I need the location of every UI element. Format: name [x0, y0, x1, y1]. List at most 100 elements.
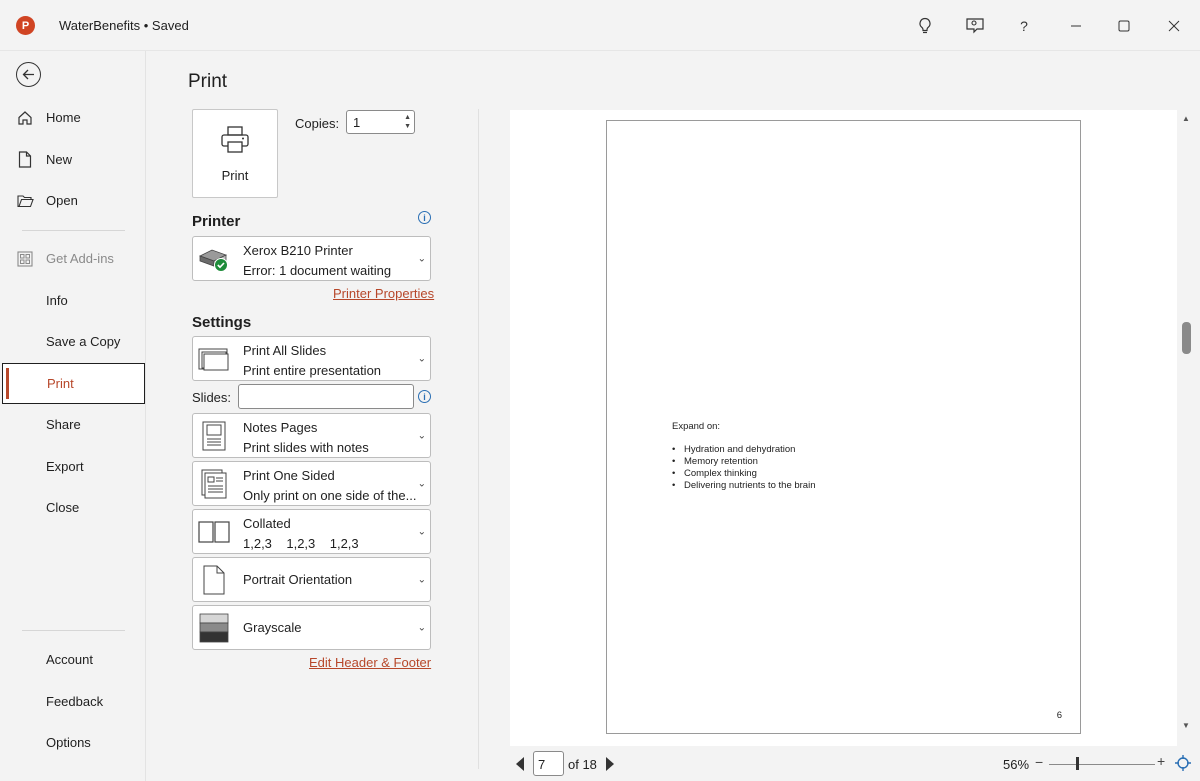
collation-dropdown[interactable]: Collated 1,2,3 1,2,3 1,2,3 ⌄ — [192, 509, 431, 554]
nav-item-label: Info — [46, 293, 68, 308]
setting-line1: Print One Sided — [243, 468, 335, 483]
next-page-icon[interactable] — [604, 756, 616, 772]
setting-line2: Only print on one side of the... — [243, 488, 417, 503]
nav-item-open[interactable]: Open — [4, 180, 145, 221]
zoom-in-icon[interactable]: + — [1157, 753, 1165, 769]
nav-item-print[interactable]: Print — [2, 363, 145, 404]
chevron-down-icon: ⌄ — [417, 253, 426, 264]
info-icon[interactable]: i — [418, 390, 431, 403]
spin-arrows-icon[interactable]: ▲ ▼ — [404, 113, 411, 131]
setting-line2: Print entire presentation — [243, 363, 382, 378]
grayscale-icon — [198, 612, 230, 644]
nav-item-get-addins[interactable]: Get Add-ins — [4, 238, 145, 279]
nav-item-label: Close — [46, 500, 80, 515]
page-title: Print — [188, 71, 228, 92]
print-button[interactable]: Print — [192, 109, 278, 198]
preview-scrollbar[interactable]: ▲ ▼ — [1179, 110, 1195, 730]
nav-item-options[interactable]: Options — [4, 722, 145, 763]
preview-page: Expand on: Hydration and dehydration Mem… — [606, 120, 1081, 734]
nav-item-save-a-copy[interactable]: Save a Copy — [4, 321, 145, 362]
notes-pages-icon — [198, 420, 230, 452]
print-layout-dropdown[interactable]: Notes Pages Print slides with notes ⌄ — [192, 413, 431, 458]
maximize-icon[interactable] — [1109, 12, 1139, 40]
print-sides-dropdown[interactable]: Print One Sided Only print on one side o… — [192, 461, 431, 506]
scroll-up-icon[interactable]: ▲ — [1182, 114, 1190, 123]
scroll-down-icon[interactable]: ▼ — [1182, 721, 1190, 730]
nav-item-new[interactable]: New — [4, 139, 145, 180]
zoom-out-icon[interactable]: − — [1035, 754, 1043, 770]
lightbulb-icon[interactable] — [911, 12, 939, 40]
setting-line1: Portrait Orientation — [243, 572, 353, 587]
setting-line1: Grayscale — [243, 620, 302, 635]
notes-list: Hydration and dehydration Memory retenti… — [672, 444, 816, 492]
new-document-icon — [4, 151, 46, 168]
nav-item-label: Account — [46, 652, 93, 667]
printer-heading: Printer — [192, 213, 241, 230]
edit-header-footer-link[interactable]: Edit Header & Footer — [309, 655, 431, 670]
chevron-down-icon: ⌄ — [417, 478, 426, 489]
nav-item-label: Save a Copy — [46, 334, 121, 349]
notes-title: Expand on: — [672, 421, 721, 432]
settings-heading: Settings — [192, 314, 252, 331]
total-pages: of 18 — [568, 757, 597, 772]
setting-line1: Notes Pages — [243, 420, 318, 435]
zoom-level[interactable]: 56% — [1003, 757, 1029, 772]
print-preview: Expand on: Hydration and dehydration Mem… — [510, 110, 1177, 746]
print-all-slides-icon — [198, 343, 230, 375]
nav-item-label: Options — [46, 735, 91, 750]
color-dropdown[interactable]: Grayscale ⌄ — [192, 605, 431, 650]
nav-item-label: Share — [46, 417, 81, 432]
info-icon[interactable]: i — [418, 211, 431, 224]
slides-input[interactable] — [238, 384, 414, 409]
nav-item-share[interactable]: Share — [4, 404, 145, 445]
nav-item-label: Home — [46, 110, 81, 125]
setting-line1: Collated — [243, 516, 291, 531]
scrollbar-thumb[interactable] — [1182, 322, 1191, 354]
nav-item-label: Get Add-ins — [46, 251, 114, 266]
setting-line2: Print slides with notes — [243, 440, 369, 455]
chevron-down-icon: ⌄ — [417, 574, 426, 585]
zoom-to-page-icon[interactable] — [1174, 754, 1192, 772]
page-number: 6 — [1056, 710, 1062, 721]
printer-status-icon — [198, 243, 230, 275]
list-item: Memory retention — [672, 456, 816, 468]
nav-item-info[interactable]: Info — [4, 280, 145, 321]
nav-item-close[interactable]: Close — [4, 487, 145, 528]
portrait-orientation-icon — [198, 564, 230, 596]
printer-properties-link[interactable]: Printer Properties — [333, 286, 434, 301]
setting-line2: 1,2,3 1,2,3 1,2,3 — [243, 536, 359, 551]
current-page: 7 — [538, 757, 546, 772]
chevron-down-icon: ⌄ — [417, 353, 426, 364]
close-icon[interactable] — [1159, 12, 1189, 40]
copies-value: 1 — [353, 115, 361, 130]
printer-status: Error: 1 document waiting — [243, 263, 392, 278]
back-arrow-icon[interactable] — [16, 62, 41, 87]
printer-dropdown[interactable]: Xerox B210 Printer Error: 1 document wai… — [192, 236, 431, 281]
orientation-dropdown[interactable]: Portrait Orientation ⌄ — [192, 557, 431, 602]
chevron-down-icon: ⌄ — [417, 526, 426, 537]
print-range-dropdown[interactable]: Print All Slides Print entire presentati… — [192, 336, 431, 381]
coauthor-icon[interactable] — [961, 12, 989, 40]
addins-grid-icon — [4, 250, 46, 267]
nav-item-account[interactable]: Account — [4, 639, 145, 680]
zoom-slider-thumb[interactable] — [1076, 757, 1079, 770]
chevron-down-icon: ⌄ — [417, 622, 426, 633]
list-item: Delivering nutrients to the brain — [672, 480, 816, 492]
help-icon[interactable]: ? — [1010, 12, 1038, 40]
printer-icon — [220, 125, 250, 158]
nav-item-feedback[interactable]: Feedback — [4, 681, 145, 722]
copies-stepper[interactable]: 1 ▲ ▼ — [346, 110, 415, 134]
minimize-icon[interactable] — [1061, 12, 1091, 40]
copies-label: Copies: — [295, 116, 340, 131]
zoom-slider[interactable] — [1049, 764, 1155, 765]
nav-item-label: Open — [46, 193, 78, 208]
nav-item-home[interactable]: Home — [4, 97, 145, 138]
page-number-input[interactable]: 7 — [533, 751, 564, 776]
collated-icon — [198, 516, 230, 548]
slides-label: Slides: — [192, 390, 232, 405]
nav-item-label: Feedback — [46, 694, 104, 709]
nav-separator — [22, 630, 125, 631]
nav-item-export[interactable]: Export — [4, 446, 145, 487]
nav-separator — [22, 230, 125, 231]
previous-page-icon[interactable] — [514, 756, 526, 772]
